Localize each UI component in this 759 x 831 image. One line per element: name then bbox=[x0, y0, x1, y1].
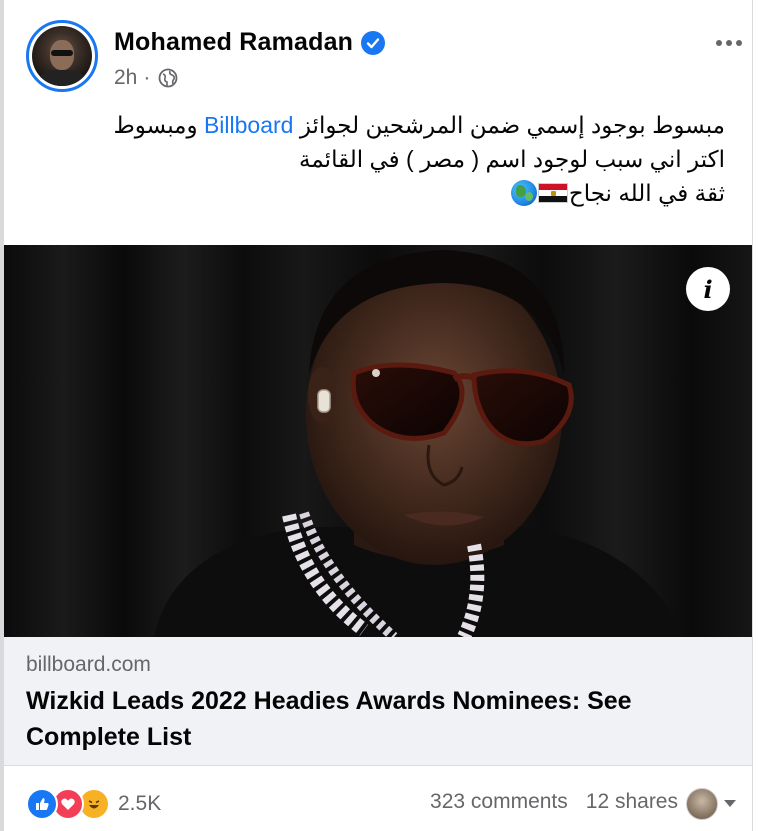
post-text-line-2: اكتر اني سبب لوجود اسم ( مصر ) في القائم… bbox=[299, 146, 725, 172]
post-text-fragment: ثقة في الله نجاح bbox=[568, 180, 725, 206]
comments-count[interactable]: 323 comments bbox=[430, 790, 568, 814]
author-row: Mohamed Ramadan bbox=[114, 28, 386, 57]
author-avatar[interactable] bbox=[26, 20, 98, 92]
reaction-count: 2.5K bbox=[118, 792, 162, 815]
globe-icon[interactable] bbox=[158, 68, 178, 88]
more-horizontal-icon bbox=[716, 40, 742, 46]
like-reaction-icon bbox=[26, 788, 58, 820]
post-meta: 2h · bbox=[114, 66, 178, 90]
right-frame-border bbox=[752, 0, 753, 831]
meta-separator: · bbox=[143, 66, 151, 89]
post-text-fragment: ومبسوط bbox=[113, 112, 204, 138]
link-preview-card[interactable]: billboard.com Wizkid Leads 2022 Headies … bbox=[4, 637, 752, 766]
reactions-summary[interactable]: 2.5K bbox=[26, 788, 161, 820]
post-text-line-3: ثقة في الله نجاح bbox=[25, 176, 725, 210]
post-text: مبسوط بوجود إسمي ضمن المرشحين لجوائز Bil… bbox=[25, 108, 725, 210]
earth-globe-icon bbox=[510, 180, 537, 206]
post-footer: 2.5K 323 comments 12 shares bbox=[26, 786, 736, 820]
link-title[interactable]: Wizkid Leads 2022 Headies Awards Nominee… bbox=[26, 683, 716, 755]
info-icon: i bbox=[703, 274, 713, 304]
shares-count[interactable]: 12 shares bbox=[586, 790, 678, 814]
verified-badge-icon bbox=[361, 30, 386, 55]
author-name[interactable]: Mohamed Ramadan bbox=[114, 28, 353, 57]
post-time[interactable]: 2h bbox=[114, 66, 137, 90]
link-preview-image[interactable]: i bbox=[4, 245, 752, 637]
more-options-button[interactable] bbox=[714, 28, 744, 54]
engagement-stats: 323 comments 12 shares bbox=[430, 790, 678, 814]
chevron-down-icon[interactable] bbox=[724, 800, 736, 807]
post-text-fragment: مبسوط بوجود إسمي ضمن المرشحين لجوائز bbox=[293, 112, 725, 138]
post-header: Mohamed Ramadan 2h · bbox=[26, 20, 746, 94]
viewer-avatar[interactable] bbox=[686, 788, 718, 820]
billboard-link[interactable]: Billboard bbox=[204, 112, 294, 138]
link-domain: billboard.com bbox=[26, 653, 151, 676]
post-text-line-1: مبسوط بوجود إسمي ضمن المرشحين لجوائز Bil… bbox=[25, 108, 725, 142]
avatar-photo bbox=[32, 26, 92, 86]
portrait-illustration bbox=[154, 250, 684, 637]
info-button[interactable]: i bbox=[686, 267, 730, 311]
egypt-flag-icon bbox=[537, 183, 568, 203]
